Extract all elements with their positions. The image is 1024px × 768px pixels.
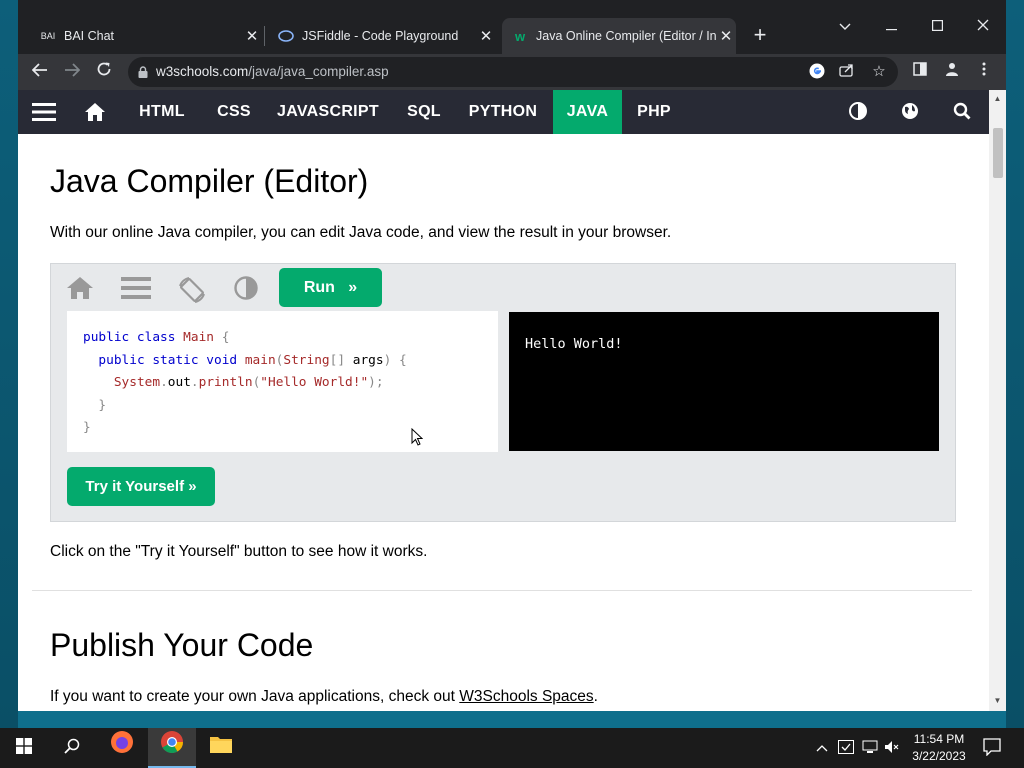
- clock-date: 3/22/2023: [912, 749, 966, 763]
- publish-text: If you want to create your own Java appl…: [50, 688, 598, 705]
- nav-python[interactable]: PYTHON: [460, 90, 546, 134]
- tab-java-compiler[interactable]: w Java Online Compiler (Editor / In ✕: [502, 18, 736, 54]
- browser-toolbar: w3schools.com/java/java_compiler.asp ☆: [18, 54, 1006, 90]
- intro-text: With our online Java compiler, you can e…: [50, 224, 672, 241]
- tab-title: BAI Chat: [64, 29, 115, 43]
- desktop-background-right: [1006, 0, 1024, 728]
- tab-title: JSFiddle - Code Playground: [302, 29, 459, 43]
- tray-chevron-icon[interactable]: [816, 740, 828, 755]
- windows-start-icon[interactable]: [0, 728, 48, 768]
- code-line: System.out.println("Hello World!");: [113, 375, 384, 390]
- contrast-icon[interactable]: [231, 276, 261, 302]
- home-icon[interactable]: [84, 102, 106, 122]
- google-icon[interactable]: [808, 63, 826, 81]
- section-divider: [32, 590, 972, 591]
- scroll-up-icon[interactable]: ▲: [989, 92, 1006, 106]
- publish-heading: Publish Your Code: [50, 627, 314, 663]
- nav-php[interactable]: PHP: [628, 90, 680, 134]
- back-icon[interactable]: [26, 58, 54, 86]
- maximize-icon[interactable]: [914, 8, 960, 44]
- scroll-down-icon[interactable]: ▼: [989, 694, 1006, 708]
- star-icon[interactable]: ☆: [870, 63, 888, 81]
- jsfiddle-icon: [278, 28, 294, 44]
- tab-title: Java Online Compiler (Editor / In: [536, 29, 716, 43]
- code-line: public class Main {: [83, 330, 230, 345]
- code-editor[interactable]: public class Main { public static void m…: [67, 311, 498, 452]
- try-note-text: Click on the "Try it Yourself" button to…: [50, 543, 428, 560]
- browser-window: BAI BAI Chat ✕ JSFiddle - Code Playgroun…: [18, 0, 1006, 711]
- scrollbar-thumb[interactable]: [993, 128, 1003, 178]
- code-line: public static void main(String[] args) {: [98, 352, 407, 368]
- chrome-icon[interactable]: [148, 728, 196, 768]
- rotate-layout-icon[interactable]: [177, 276, 207, 303]
- w3schools-icon: w: [514, 28, 526, 44]
- new-tab-button[interactable]: +: [746, 22, 774, 50]
- page-title: Java Compiler (Editor): [50, 163, 369, 199]
- globe-icon[interactable]: [899, 102, 921, 122]
- tray-app-icon[interactable]: [838, 740, 854, 757]
- lock-icon: [138, 65, 148, 78]
- address-bar[interactable]: w3schools.com/java/java_compiler.asp ☆: [128, 57, 898, 87]
- nav-css[interactable]: CSS: [204, 90, 264, 134]
- try-it-yourself-button[interactable]: Try it Yourself »: [67, 467, 215, 506]
- share-icon[interactable]: [838, 63, 856, 81]
- desktop-background-left: [0, 0, 18, 728]
- w3schools-spaces-link[interactable]: W3Schools Spaces: [459, 688, 593, 705]
- close-tab-icon[interactable]: ✕: [242, 27, 262, 45]
- w3schools-topnav: HTML CSS JAVASCRIPT SQL PYTHON JAVA PHP: [18, 90, 989, 134]
- dark-mode-icon[interactable]: [847, 102, 869, 122]
- page-scrollbar[interactable]: ▲ ▼: [989, 90, 1006, 711]
- reload-icon[interactable]: [90, 58, 118, 86]
- notifications-icon[interactable]: [983, 738, 1001, 759]
- mouse-cursor-icon: [411, 428, 423, 446]
- profile-icon[interactable]: [938, 58, 966, 86]
- side-panel-icon[interactable]: [906, 58, 934, 86]
- forward-icon[interactable]: [58, 58, 86, 86]
- output-text: Hello World!: [525, 336, 623, 352]
- output-panel: Hello World!: [509, 312, 939, 451]
- tab-jsfiddle[interactable]: JSFiddle - Code Playground ✕: [270, 18, 496, 54]
- nav-java[interactable]: JAVA: [553, 90, 622, 134]
- hamburger-menu-icon[interactable]: [32, 102, 56, 122]
- search-icon[interactable]: [48, 728, 96, 768]
- firefox-icon[interactable]: [98, 728, 146, 768]
- tab-bai-chat[interactable]: BAI BAI Chat ✕: [32, 18, 262, 54]
- tab-separator: [264, 26, 265, 46]
- url-text: w3schools.com/java/java_compiler.asp: [156, 64, 389, 79]
- run-button[interactable]: Run »: [279, 268, 382, 307]
- network-icon[interactable]: [862, 740, 878, 757]
- file-explorer-icon[interactable]: [197, 728, 245, 768]
- close-window-icon[interactable]: [960, 8, 1006, 44]
- nav-sql[interactable]: SQL: [396, 90, 452, 134]
- menu-kebab-icon[interactable]: [970, 58, 998, 86]
- close-tab-icon[interactable]: ✕: [476, 27, 496, 45]
- search-icon[interactable]: [951, 102, 973, 122]
- nav-html[interactable]: HTML: [126, 90, 198, 134]
- taskbar-clock[interactable]: 11:54 PM 3/22/2023: [906, 731, 972, 765]
- volume-muted-icon[interactable]: [884, 740, 900, 757]
- code-line: }: [98, 397, 107, 413]
- home-icon[interactable]: [65, 276, 95, 302]
- minimize-icon[interactable]: [868, 8, 914, 44]
- close-tab-icon[interactable]: ✕: [716, 27, 736, 45]
- menu-icon[interactable]: [121, 276, 151, 302]
- compiler-demo-box: Run » public class Main { public static …: [50, 263, 956, 522]
- bai-icon: BAI: [40, 31, 56, 41]
- tab-search-chevron-icon[interactable]: [822, 8, 868, 44]
- clock-time: 11:54 PM: [913, 732, 965, 746]
- nav-javascript[interactable]: JAVASCRIPT: [272, 90, 384, 134]
- tab-strip: BAI BAI Chat ✕ JSFiddle - Code Playgroun…: [18, 0, 1006, 54]
- page-viewport: HTML CSS JAVASCRIPT SQL PYTHON JAVA PHP …: [18, 90, 1006, 711]
- windows-taskbar: 11:54 PM 3/22/2023: [0, 728, 1024, 768]
